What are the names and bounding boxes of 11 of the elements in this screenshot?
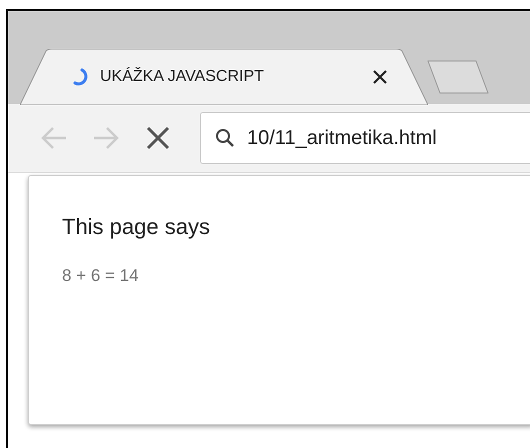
search-icon — [215, 128, 235, 148]
dialog-message: 8 + 6 = 14 — [62, 266, 140, 286]
forward-arrow-icon[interactable] — [92, 126, 120, 150]
dialog-title: This page says — [62, 214, 211, 240]
browser-tab[interactable]: UKÁŽKA JAVASCRIPT — [20, 49, 428, 105]
address-bar[interactable]: 10/11_aritmetika.html — [200, 112, 530, 164]
back-arrow-icon[interactable] — [40, 126, 68, 150]
tab-title: UKÁŽKA JAVASCRIPT — [100, 68, 265, 86]
stop-icon[interactable] — [146, 126, 170, 150]
address-text: 10/11_aritmetika.html — [247, 126, 437, 150]
close-icon[interactable] — [372, 69, 388, 85]
